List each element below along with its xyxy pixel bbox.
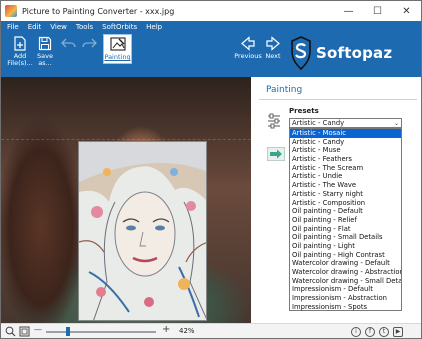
- save-as-label: Save as...: [37, 52, 53, 67]
- preset-option[interactable]: Oil painting - Small Details: [290, 233, 401, 242]
- painting-tool-label: Painting: [104, 53, 131, 61]
- painting-tool-button[interactable]: Painting: [103, 34, 132, 64]
- undo-icon: [61, 38, 76, 48]
- zoom-slider[interactable]: [46, 331, 156, 333]
- previous-label: Previous: [234, 52, 262, 60]
- menu-tools[interactable]: Tools: [76, 23, 93, 31]
- adjust-sliders-icon: [268, 113, 280, 129]
- preset-option[interactable]: Artistic - Muse: [290, 146, 401, 155]
- save-icon: [38, 36, 52, 51]
- zoom-out-button[interactable]: —: [34, 325, 42, 334]
- menu-softorbits[interactable]: SoftOrbits: [102, 23, 137, 31]
- youtube-icon[interactable]: ▶: [393, 327, 403, 337]
- redo-icon: [82, 38, 97, 48]
- preset-option[interactable]: Oil painting - Light: [290, 242, 401, 251]
- preset-option[interactable]: Artistic - Candy: [290, 138, 401, 147]
- preset-option[interactable]: Artistic - Undie: [290, 172, 401, 181]
- arrow-left-icon: [241, 36, 255, 51]
- zoom-in-button[interactable]: +: [162, 324, 170, 335]
- redo-button[interactable]: [81, 36, 97, 50]
- menu-view[interactable]: View: [50, 23, 67, 31]
- preset-option[interactable]: Artistic - The Wave: [290, 181, 401, 190]
- title-bar: Picture to Painting Converter - xxx.jpg …: [1, 1, 421, 21]
- logo-text: Softopaz: [316, 44, 393, 62]
- window-controls: — ☐ ✕: [334, 1, 421, 21]
- next-label: Next: [265, 52, 281, 60]
- ribbon-toolbar: Add File(s)... Save as... Painting Previ…: [1, 33, 421, 77]
- presets-dropdown-list[interactable]: Artistic - Mosaic Artistic - Candy Artisti…: [289, 128, 402, 311]
- facebook-icon[interactable]: f: [365, 327, 375, 337]
- info-icon[interactable]: i: [351, 327, 361, 337]
- side-panel: Painting Presets Artistic - Candy ⌄ Arti…: [251, 77, 421, 323]
- preset-option[interactable]: Watercolor drawing - Default: [290, 259, 401, 268]
- preset-option[interactable]: Artistic - Starry night: [290, 190, 401, 199]
- menu-bar: File Edit View Tools SoftOrbits Help: [1, 21, 421, 33]
- app-icon: [5, 5, 17, 17]
- arrow-right-icon: [266, 36, 280, 51]
- preset-option[interactable]: Artistic - Feathers: [290, 155, 401, 164]
- softopaz-logo-icon: [291, 36, 311, 71]
- softopaz-logo: Softopaz: [289, 35, 392, 71]
- painted-portrait: [79, 142, 206, 320]
- selected-preset-value: Artistic - Candy: [292, 119, 345, 127]
- preset-option[interactable]: Oil painting - High Contrast: [290, 251, 401, 260]
- panel-divider: [259, 99, 417, 100]
- chevron-down-icon: ⌄: [393, 120, 399, 127]
- menu-help[interactable]: Help: [146, 23, 162, 31]
- preset-option[interactable]: Impressionism - Spots: [290, 303, 401, 312]
- panel-title: Painting: [266, 85, 303, 95]
- preset-option[interactable]: Oil painting - Flat: [290, 225, 401, 234]
- canvas-guide: [1, 139, 251, 140]
- preset-option[interactable]: Impressionism - Default: [290, 285, 401, 294]
- preset-option[interactable]: Oil painting - Relief: [290, 216, 401, 225]
- save-as-button[interactable]: Save as...: [34, 36, 56, 67]
- add-files-label: Add File(s)...: [7, 52, 33, 67]
- zoom-level: 42%: [179, 327, 195, 335]
- image-canvas[interactable]: [1, 77, 251, 323]
- next-button[interactable]: Next: [263, 36, 283, 60]
- preset-option[interactable]: Artistic - The Scream: [290, 164, 401, 173]
- presets-label: Presets: [289, 107, 319, 115]
- twitter-icon[interactable]: t: [379, 327, 389, 337]
- add-file-icon: [14, 36, 26, 51]
- presets-select[interactable]: Artistic - Candy ⌄: [289, 118, 402, 128]
- close-button[interactable]: ✕: [392, 1, 421, 21]
- arrow-right-icon: [270, 149, 282, 159]
- menu-edit[interactable]: Edit: [28, 23, 42, 31]
- menu-file[interactable]: File: [7, 23, 19, 31]
- preset-option[interactable]: Artistic - Mosaic: [290, 129, 401, 138]
- painting-preview: [78, 141, 207, 321]
- maximize-button[interactable]: ☐: [363, 1, 392, 21]
- preset-option[interactable]: Watercolor drawing - Abstraction: [290, 268, 401, 277]
- app-window: Picture to Painting Converter - xxx.jpg …: [0, 0, 422, 339]
- preset-option[interactable]: Impressionism - Abstraction: [290, 294, 401, 303]
- previous-button[interactable]: Previous: [233, 36, 263, 60]
- preset-option[interactable]: Watercolor drawing - Small Details: [290, 277, 401, 286]
- undo-button[interactable]: [61, 36, 77, 50]
- zoom-slider-thumb[interactable]: [66, 327, 70, 336]
- apply-preset-button[interactable]: [267, 147, 285, 161]
- painting-icon: [109, 37, 126, 51]
- add-files-button[interactable]: Add File(s)...: [7, 36, 33, 67]
- magnifier-icon[interactable]: [5, 326, 16, 337]
- status-bar: — + 42% i f t ▶: [1, 323, 421, 338]
- fit-screen-icon[interactable]: [19, 326, 30, 337]
- minimize-button[interactable]: —: [334, 1, 363, 21]
- preset-option[interactable]: Oil painting - Default: [290, 207, 401, 216]
- preset-option[interactable]: Artistic - Composition: [290, 199, 401, 208]
- window-title: Picture to Painting Converter - xxx.jpg: [22, 6, 175, 16]
